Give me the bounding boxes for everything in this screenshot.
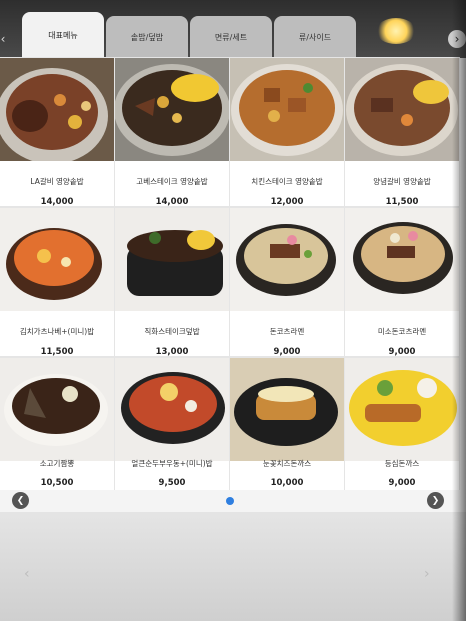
tab-label: 대표메뉴 <box>48 30 78 40</box>
chevron-right-icon: ❯ <box>431 495 440 506</box>
menu-item-price: 13,000 <box>155 347 189 357</box>
menu-item[interactable]: 직화스테이크덮밥 13,000 <box>115 208 229 357</box>
food-photo-icon <box>230 358 344 461</box>
tab-pot-rice[interactable]: 솥밥/덮밥 <box>106 16 188 58</box>
chevron-left-icon: ❮ <box>16 495 25 506</box>
kiosk-screen: ‹ 대표메뉴 솥밥/덮밥 면류/세트 류/사이드 › <box>0 0 466 621</box>
tab-label: 솥밥/덮밥 <box>130 32 164 42</box>
tab-signature-menu[interactable]: 대표메뉴 <box>22 12 104 58</box>
tab-label: 류/사이드 <box>298 32 332 42</box>
menu-item-name: 돈코츠라멘 <box>269 327 305 336</box>
food-photo-icon <box>0 58 114 161</box>
tab-side[interactable]: 류/사이드 <box>274 16 356 58</box>
menu-item[interactable]: 등심돈까스 9,000 <box>345 358 459 506</box>
menu-item-name: 등심돈까스 <box>384 459 420 468</box>
pagination-bar: ❮ ❯ <box>0 490 466 512</box>
menu-item-name: 양념갈비 영양솥밥 <box>373 177 431 186</box>
screen-glare <box>376 18 416 44</box>
food-photo-icon <box>345 208 459 311</box>
menu-item-name: 고베스테이크 영양솥밥 <box>136 177 208 186</box>
menu-item-price: 10,500 <box>40 478 74 488</box>
menu-item[interactable]: 고베스테이크 영양솥밥 14,000 <box>115 58 229 207</box>
food-photo-icon <box>115 58 229 161</box>
menu-item[interactable]: 치킨스테이크 영양솥밥 12,000 <box>230 58 344 207</box>
menu-item-price: 11,500 <box>40 347 74 357</box>
food-photo-icon <box>0 358 114 461</box>
menu-item[interactable]: 미소돈코츠라멘 9,000 <box>345 208 459 357</box>
food-photo-icon <box>230 208 344 311</box>
menu-grid: LA갈비 영양솥밥 14,000 고베스테이크 영양솥밥 14,000 치킨스테… <box>0 58 466 506</box>
cart-area: ‹ › <box>0 516 466 621</box>
menu-item-price: 9,000 <box>388 347 416 357</box>
menu-item-price: 10,000 <box>270 478 304 488</box>
menu-item-price: 14,000 <box>155 197 189 207</box>
menu-item[interactable]: 소고기짬뽕 10,500 <box>0 358 114 506</box>
menu-item-name: 얼큰순두부우동+(미니)밥 <box>131 459 213 468</box>
tab-label: 면류/세트 <box>214 32 248 42</box>
menu-item-name: LA갈비 영양솥밥 <box>30 177 84 186</box>
menu-item[interactable]: 돈코츠라멘 9,000 <box>230 208 344 357</box>
menu-item-price: 14,000 <box>40 197 74 207</box>
cart-next-icon[interactable]: › <box>424 566 430 582</box>
page-prev-button[interactable]: ❮ <box>12 492 29 509</box>
menu-item-name: 미소돈코츠라멘 <box>377 327 427 336</box>
menu-item[interactable]: 김치가츠나베+(미니)밥 11,500 <box>0 208 114 357</box>
page-next-button[interactable]: ❯ <box>427 492 444 509</box>
cart-prev-icon[interactable]: ‹ <box>24 566 30 582</box>
menu-item-name: 김치가츠나베+(미니)밥 <box>19 327 95 336</box>
menu-item-name: 직화스테이크덮밥 <box>144 327 200 336</box>
menu-item-price: 9,000 <box>388 478 416 488</box>
food-photo-icon <box>230 58 344 161</box>
menu-item-price: 9,000 <box>273 347 301 357</box>
page-indicator-dot <box>226 497 234 505</box>
menu-item[interactable]: 얼큰순두부우동+(미니)밥 9,500 <box>115 358 229 506</box>
device-frame-edge <box>452 0 466 621</box>
menu-item-name: 눈꽃치즈돈까스 <box>262 459 312 468</box>
food-photo-icon <box>115 358 229 461</box>
menu-item-name: 치킨스테이크 영양솥밥 <box>251 177 323 186</box>
menu-item-name: 소고기짬뽕 <box>39 459 75 468</box>
menu-item-price: 9,500 <box>158 478 186 488</box>
menu-item-price: 11,500 <box>385 197 419 207</box>
menu-item[interactable]: 양념갈비 영양솥밥 11,500 <box>345 58 459 207</box>
menu-item[interactable]: LA갈비 영양솥밥 14,000 <box>0 58 114 207</box>
food-photo-icon <box>345 358 459 461</box>
food-photo-icon <box>0 208 114 311</box>
menu-item-price: 12,000 <box>270 197 304 207</box>
food-photo-icon <box>115 208 229 311</box>
category-tab-bar: ‹ 대표메뉴 솥밥/덮밥 면류/세트 류/사이드 › <box>0 0 466 58</box>
food-photo-icon <box>345 58 459 161</box>
menu-item[interactable]: 눈꽃치즈돈까스 10,000 <box>230 358 344 506</box>
tab-prev-icon[interactable]: ‹ <box>0 30 12 48</box>
tab-noodles-set[interactable]: 면류/세트 <box>190 16 272 58</box>
